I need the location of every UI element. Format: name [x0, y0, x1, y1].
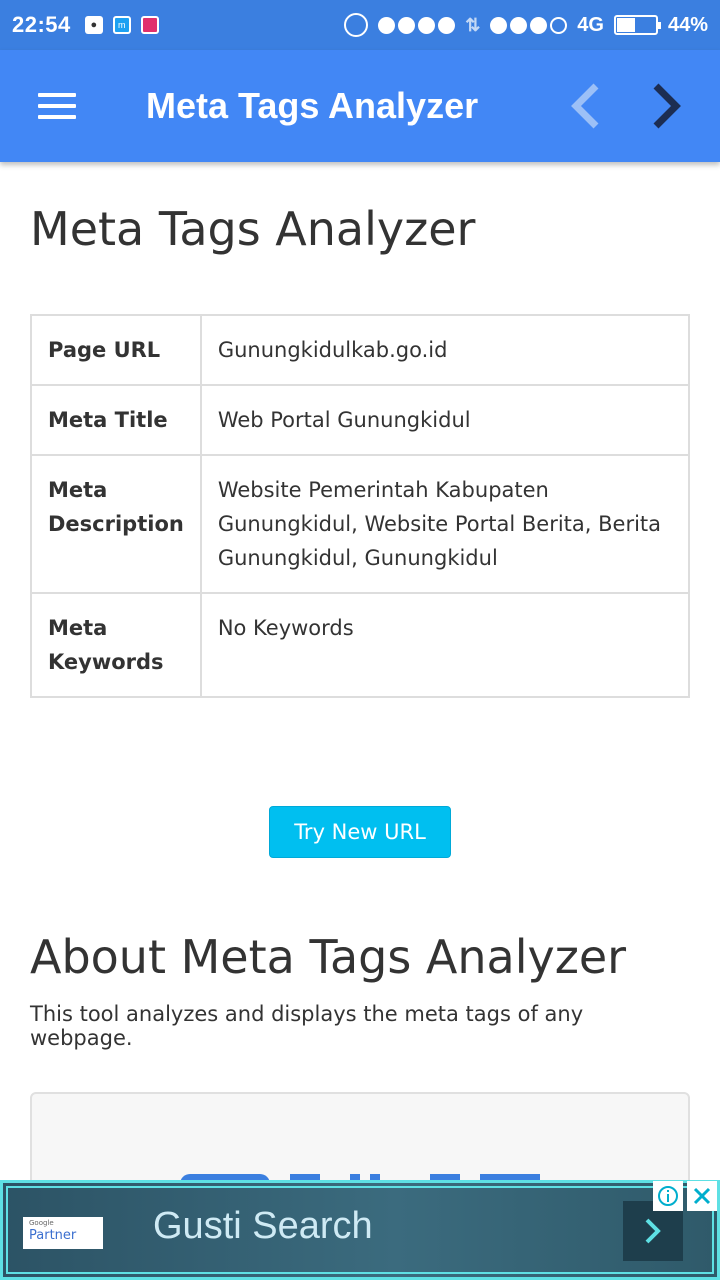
signal-sim2-icon [490, 16, 568, 34]
chevron-right-icon [645, 1218, 661, 1244]
app-bar: Meta Tags Analyzer [0, 50, 720, 162]
row-label: Meta Keywords [30, 592, 202, 698]
try-new-url-button[interactable]: Try New URL [269, 806, 451, 858]
main-content: Meta Tags Analyzer Page URL Gunungkidulk… [30, 162, 691, 1050]
mi-icon: m [112, 16, 131, 34]
row-label: Page URL [30, 314, 202, 386]
row-value: No Keywords [199, 592, 691, 698]
data-transfer-icon: ⇅ [465, 14, 481, 35]
bbm-icon: ● [84, 16, 103, 34]
table-row: Meta Keywords No Keywords [30, 592, 691, 698]
table-row: Page URL Gunungkidulkab.go.id [30, 314, 691, 386]
ad-banner[interactable]: Google Partner Gusti Search [0, 1180, 720, 1280]
google-partner-badge: Google Partner [23, 1217, 103, 1249]
partner-small-text: Google [29, 1219, 54, 1227]
battery-percent: 44% [667, 13, 708, 36]
ad-info-icon[interactable] [653, 1181, 683, 1211]
notification-icons: ● m [84, 16, 159, 34]
status-bar: 22:54 ● m ⇅ 4G 44% [0, 0, 720, 50]
partner-text: Partner [29, 1228, 77, 1243]
battery-icon [613, 15, 661, 35]
table-row: Meta Description Website Pemerintah Kabu… [30, 454, 691, 594]
hamburger-menu-icon[interactable] [38, 93, 76, 119]
alarm-icon [344, 13, 369, 37]
button-wrapper: Try New URL [30, 806, 690, 858]
chevron-left-icon[interactable] [566, 80, 606, 132]
instagram-icon [140, 16, 159, 34]
page-title: Meta Tags Analyzer [30, 202, 476, 256]
chevron-right-icon[interactable] [646, 80, 686, 132]
row-value: Gunungkidulkab.go.id [199, 314, 691, 386]
meta-results-table: Page URL Gunungkidulkab.go.id Meta Title… [30, 314, 691, 698]
signal-sim1-icon [378, 16, 456, 34]
about-title: About Meta Tags Analyzer [30, 930, 627, 984]
status-time: 22:54 [12, 12, 71, 37]
ad-close-icon[interactable] [687, 1181, 717, 1211]
status-indicators: ⇅ 4G 44% [344, 13, 708, 37]
about-text: This tool analyzes and displays the meta… [30, 1002, 584, 1050]
app-title: Meta Tags Analyzer [146, 85, 479, 126]
row-label: Meta Description [30, 454, 202, 594]
row-label: Meta Title [30, 384, 202, 456]
table-row: Meta Title Web Portal Gunungkidul [30, 384, 691, 456]
row-value: Web Portal Gunungkidul [199, 384, 691, 456]
ad-title: Gusti Search [153, 1205, 373, 1247]
row-value: Website Pemerintah Kabupaten Gunungkidul… [199, 454, 691, 594]
network-type: 4G [577, 13, 604, 36]
